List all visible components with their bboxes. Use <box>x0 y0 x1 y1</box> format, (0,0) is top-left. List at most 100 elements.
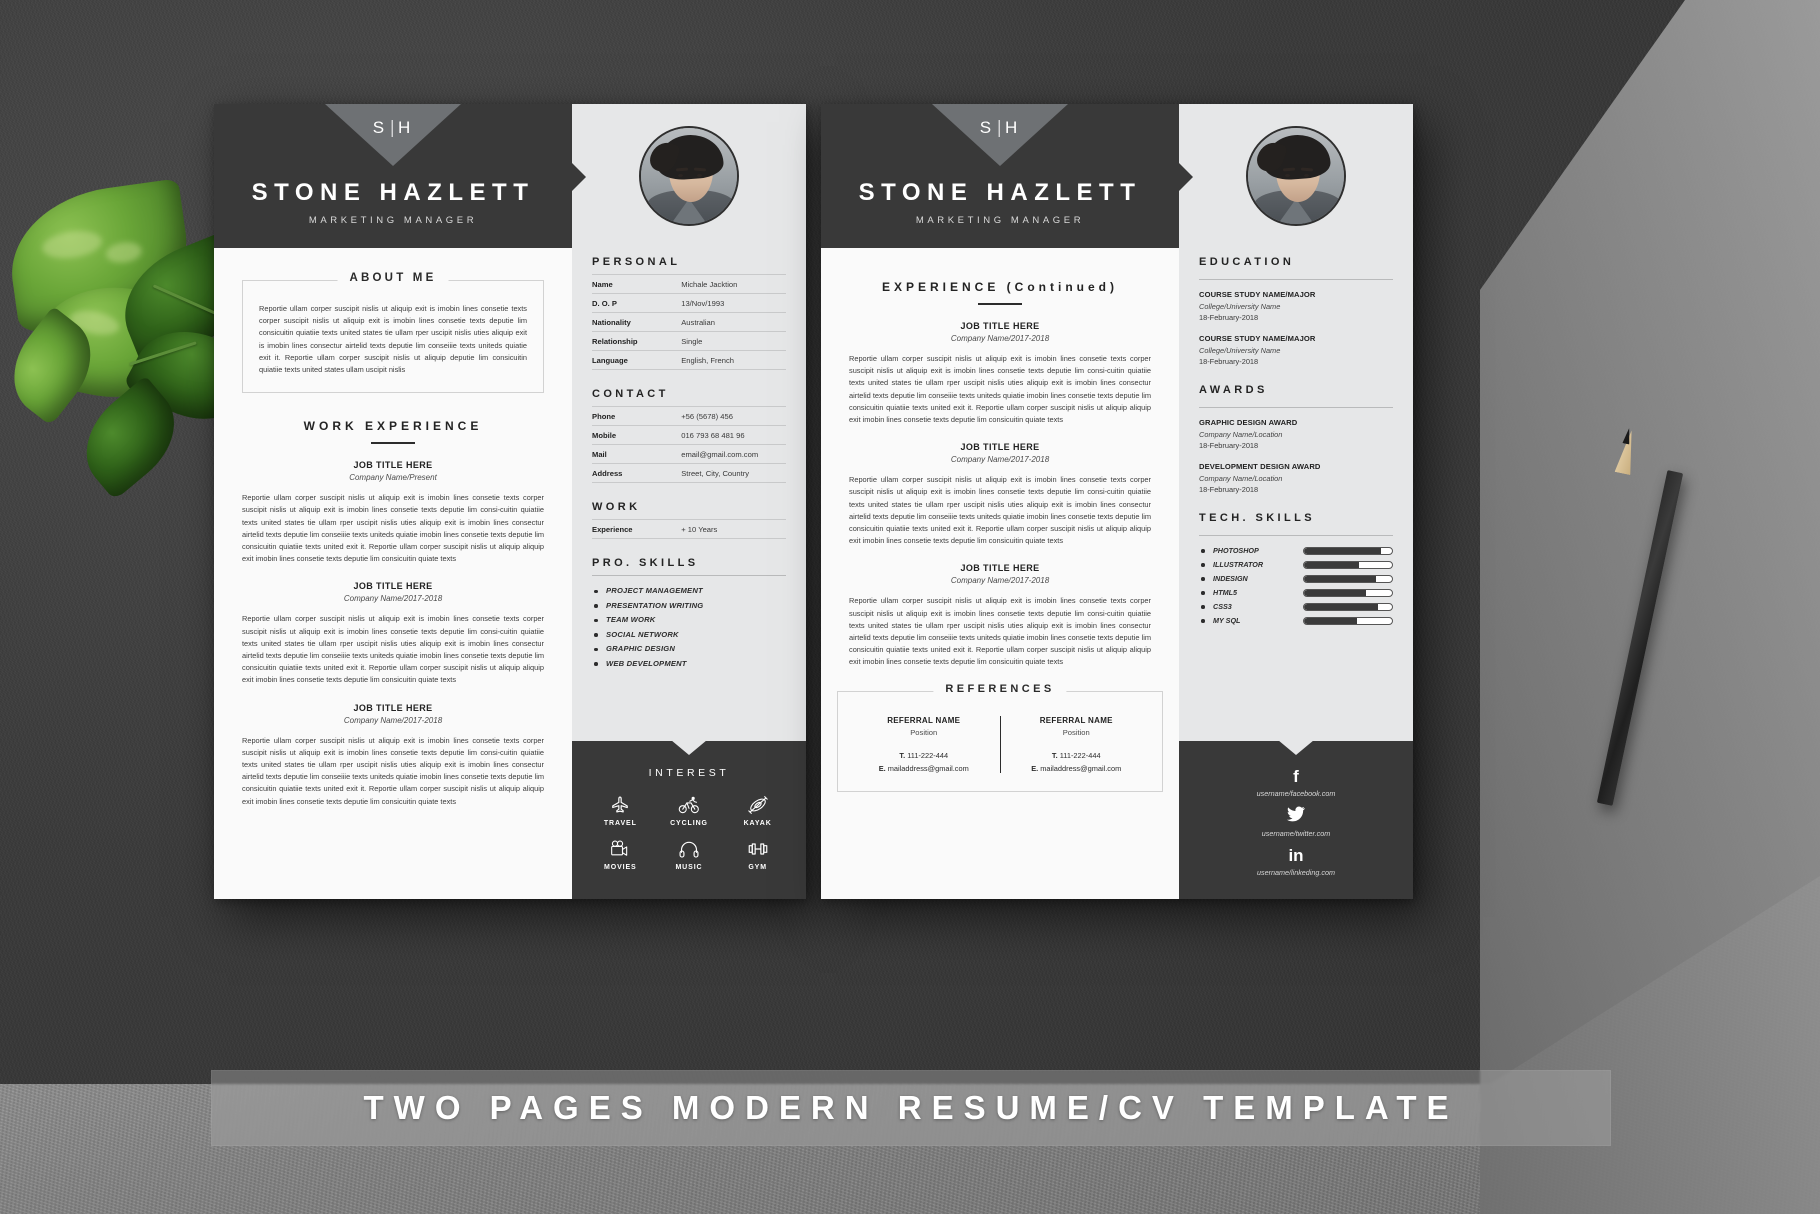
job-description: Reportie ullam corper suscipit nislis ut… <box>849 475 1151 546</box>
row-key: Phone <box>592 411 616 421</box>
monogram-left: S <box>372 118 388 137</box>
list-item: WEB DEVELOPMENT <box>592 659 786 668</box>
row-key: Relationship <box>592 336 638 346</box>
avatar <box>639 126 739 226</box>
row-key: Language <box>592 355 628 365</box>
referral-email[interactable]: E. mailaddress@gmail.com <box>856 764 992 773</box>
page1-content: ABOUT ME Reportie ullam corper suscipit … <box>214 248 572 808</box>
row-value: 13/Nov/1993 <box>681 298 725 308</box>
work-experience-item: JOB TITLE HERE Company Name/2017-2018 Re… <box>242 703 544 808</box>
headphones-icon <box>679 841 699 858</box>
tech-skill-row: ILLUSTRATOR <box>1199 560 1393 569</box>
social-link-facebook[interactable]: f username/facebook.com <box>1179 767 1413 798</box>
about-me-title: ABOUT ME <box>337 272 449 284</box>
awards-section-title: AWARDS <box>1199 384 1268 396</box>
twitter-url[interactable]: username/twitter.com <box>1179 829 1413 838</box>
resume-page-1[interactable]: S H STONE HAZLETT MARKETING MANAGER ABOU… <box>214 104 806 899</box>
tech-skill-label: PHOTOSHOP <box>1199 546 1303 555</box>
tech-skill-label: HTML5 <box>1199 588 1303 597</box>
list-item: TEAM WORK <box>592 615 786 624</box>
page2-header: S H STONE HAZLETT MARKETING MANAGER <box>821 104 1193 248</box>
job-company: Company Name/2017-2018 <box>343 715 443 725</box>
monogram-divider <box>392 119 394 137</box>
email-value[interactable]: mailaddress@gmail.com <box>888 764 969 773</box>
table-row: Address Street, City, Country <box>592 463 786 483</box>
resume-page-2[interactable]: S H STONE HAZLETT MARKETING MANAGER EXPE… <box>821 104 1413 899</box>
tech-skills-list: PHOTOSHOP ILLUSTRATOR INDESIGN HTML5 CSS… <box>1199 546 1393 625</box>
table-row: Name Michale Jacktion <box>592 274 786 294</box>
twitter-bird-icon <box>1287 806 1305 822</box>
job-company: Company Name/2017-2018 <box>950 334 1050 343</box>
references-section: REFERENCES REFERRAL NAME Position T. 111… <box>837 682 1163 792</box>
experience-item: JOB TITLE HERE Company Name/2017-2018 Re… <box>849 442 1151 547</box>
interest-label: TRAVEL <box>603 820 637 827</box>
job-title: JOB TITLE HERE <box>960 442 1040 453</box>
table-row[interactable]: Mail email@gmail.com.com <box>592 444 786 464</box>
section-divider <box>1199 279 1393 280</box>
tech-skill-bar <box>1303 546 1393 555</box>
referral-email[interactable]: E. mailaddress@gmail.com <box>1009 764 1145 773</box>
row-key: Address <box>592 468 623 478</box>
social-links-section: f username/facebook.com username/twitter… <box>1179 740 1413 899</box>
row-value: 016 793 68 481 96 <box>681 430 745 440</box>
about-me-section: ABOUT ME Reportie ullam corper suscipit … <box>242 272 544 394</box>
referral-phone: T. 111-222-444 <box>1009 751 1145 760</box>
page1-sidebar: PERSONAL Name Michale Jacktion D. O. P 13/… <box>572 104 806 899</box>
facebook-url[interactable]: username/facebook.com <box>1179 789 1413 798</box>
job-title: JOB TITLE HERE <box>353 581 433 592</box>
award-item: DEVELOPMENT DESIGN AWARD Company Name/Lo… <box>1199 462 1393 494</box>
tech-skill-label: INDESIGN <box>1199 574 1303 583</box>
interest-label: KAYAK <box>743 820 772 827</box>
airplane-icon <box>612 796 629 813</box>
referral-position: Position <box>910 727 938 737</box>
tech-skill-row: HTML5 <box>1199 588 1393 597</box>
tech-skill-bar <box>1303 602 1393 611</box>
job-title: JOB TITLE HERE <box>353 702 433 713</box>
heading-rule <box>371 442 415 445</box>
about-me-text: Reportie ullam corper suscipit nislis ut… <box>259 304 527 375</box>
email-value[interactable]: mailaddress@gmail.com <box>1040 764 1121 773</box>
interest-label: GYM <box>748 864 767 871</box>
school-name: College/University Name <box>1199 345 1281 355</box>
phone-value: 111-222-444 <box>907 750 949 760</box>
row-value: + 10 Years <box>681 524 718 534</box>
interest-label: CYCLING <box>670 820 708 827</box>
avatar-container <box>572 104 806 248</box>
referral-name: REFERRAL NAME <box>1039 715 1113 725</box>
job-company: Company Name/2017-2018 <box>950 455 1050 465</box>
email-label: E. <box>878 763 886 773</box>
row-value: English, French <box>681 355 734 365</box>
page1-main-column: S H STONE HAZLETT MARKETING MANAGER ABOU… <box>214 104 586 899</box>
row-value[interactable]: email@gmail.com.com <box>681 445 786 464</box>
interest-label: MOVIES <box>604 864 637 871</box>
interest-item-movies: MOVIES <box>586 839 655 871</box>
page2-content: EXPERIENCE (Continued) JOB TITLE HERE Co… <box>821 248 1179 669</box>
facebook-icon: f <box>1293 767 1299 786</box>
interest-grid: TRAVEL CYCLING KAYAK MOVIES MUSIC GYM <box>572 795 806 871</box>
experience-item: JOB TITLE HERE Company Name/2017-2018 Re… <box>849 563 1151 668</box>
tech-skill-row: INDESIGN <box>1199 574 1393 583</box>
movie-camera-icon <box>611 840 628 856</box>
phone-label: T. <box>899 750 906 760</box>
job-title: JOB TITLE HERE <box>960 321 1040 331</box>
job-description: Reportie ullam corper suscipit nislis ut… <box>242 614 544 685</box>
award-company: Company Name/Location <box>1199 429 1283 439</box>
interest-item-cycling: CYCLING <box>655 795 724 827</box>
interest-title: INTEREST <box>648 767 730 779</box>
work-experience-heading: WORK EXPERIENCE <box>242 419 544 445</box>
pro-skills-list: PROJECT MANAGEMENT PRESENTATION WRITING … <box>592 586 786 668</box>
tech-skill-bar <box>1303 616 1393 625</box>
linkedin-url[interactable]: username/linkeding.com <box>1179 868 1413 877</box>
contact-table: Phone +56 (5678) 456 Mobile 016 793 68 481… <box>592 406 786 483</box>
reference-item: REFERRAL NAME Position T. 111-222-444 E.… <box>1001 716 1153 773</box>
dumbbell-icon <box>748 843 767 855</box>
tech-skills-section-title: TECH. SKILLS <box>1199 512 1315 524</box>
twitter-icon <box>1179 806 1413 827</box>
page-title: STONE HAZLETT <box>251 179 535 206</box>
job-description: Reportie ullam corper suscipit nislis ut… <box>849 596 1151 667</box>
job-role-subtitle: MARKETING MANAGER <box>915 215 1085 226</box>
section-divider <box>592 575 786 576</box>
page-title: STONE HAZLETT <box>858 179 1142 206</box>
social-link-twitter[interactable]: username/twitter.com <box>1179 806 1413 838</box>
social-link-linkedin[interactable]: in username/linkeding.com <box>1179 846 1413 877</box>
